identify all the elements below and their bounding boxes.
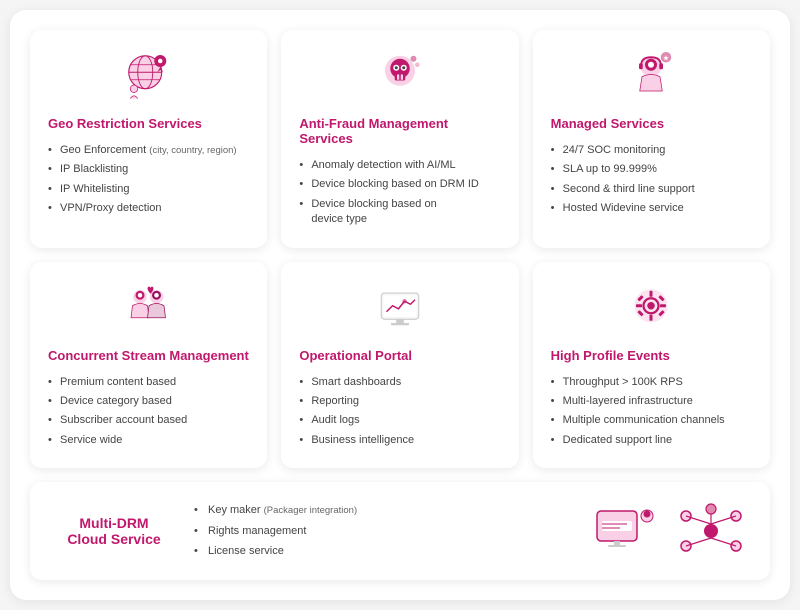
- concurrent-stream-title: Concurrent Stream Management: [48, 348, 249, 363]
- list-item: Key maker (Packager integration): [194, 500, 572, 521]
- list-item: Hosted Widevine service: [551, 199, 752, 218]
- anti-fraud-list: Anomaly detection with AI/ML Device bloc…: [299, 156, 500, 230]
- list-item: IP Whitelisting: [48, 180, 249, 199]
- list-item: License service: [194, 541, 572, 562]
- card-high-profile: High Profile Events Throughput > 100K RP…: [533, 262, 770, 469]
- cards-grid: Geo Restriction Services Geo Enforcement…: [30, 30, 770, 468]
- operational-portal-list: Smart dashboards Reporting Audit logs Bu…: [299, 373, 500, 451]
- list-item: Multi-layered infrastructure: [551, 392, 752, 411]
- managed-services-title: Managed Services: [551, 116, 752, 131]
- operational-portal-title: Operational Portal: [299, 348, 500, 363]
- list-item: Anomaly detection with AI/ML: [299, 156, 500, 175]
- list-item: Second & third line support: [551, 180, 752, 199]
- list-item: Dedicated support line: [551, 431, 752, 450]
- anti-fraud-title: Anti-Fraud Management Services: [299, 116, 500, 146]
- list-item: Device blocking based ondevice type: [299, 195, 500, 230]
- card-managed-services: ★ Managed Services 24/7 SOC monitoring S…: [533, 30, 770, 248]
- list-item: Geo Enforcement (city, country, region): [48, 141, 249, 160]
- concurrent-stream-icon: [48, 278, 249, 338]
- list-item: VPN/Proxy detection: [48, 199, 249, 218]
- list-item: IP Blacklisting: [48, 160, 249, 179]
- geo-restriction-list: Geo Enforcement (city, country, region) …: [48, 141, 249, 219]
- card-concurrent-stream: Concurrent Stream Management Premium con…: [30, 262, 267, 469]
- list-item: Reporting: [299, 392, 500, 411]
- svg-text:★: ★: [663, 53, 670, 62]
- list-item: Service wide: [48, 431, 249, 450]
- managed-services-icon: ★: [551, 46, 752, 106]
- list-item: Throughput > 100K RPS: [551, 373, 752, 392]
- list-item: Device blocking based on DRM ID: [299, 175, 500, 194]
- concurrent-stream-list: Premium content based Device category ba…: [48, 373, 249, 451]
- list-item: 24/7 SOC monitoring: [551, 141, 752, 160]
- list-item: Premium content based: [48, 373, 249, 392]
- high-profile-list: Throughput > 100K RPS Multi-layered infr…: [551, 373, 752, 451]
- list-item: SLA up to 99.999%: [551, 160, 752, 179]
- list-item: Business intelligence: [299, 431, 500, 450]
- card-operational-portal: Operational Portal Smart dashboards Repo…: [281, 262, 518, 469]
- main-container: Geo Restriction Services Geo Enforcement…: [10, 10, 790, 600]
- managed-services-list: 24/7 SOC monitoring SLA up to 99.999% Se…: [551, 141, 752, 219]
- card-anti-fraud: Anti-Fraud Management Services Anomaly d…: [281, 30, 518, 248]
- geo-restriction-title: Geo Restriction Services: [48, 116, 249, 131]
- high-profile-icon: [551, 278, 752, 338]
- list-item: Smart dashboards: [299, 373, 500, 392]
- list-item: Multiple communication channels: [551, 411, 752, 430]
- list-item: Subscriber account based: [48, 411, 249, 430]
- list-item: Audit logs: [299, 411, 500, 430]
- geo-restriction-icon: [48, 46, 249, 106]
- list-item: Device category based: [48, 392, 249, 411]
- operational-portal-icon: [299, 278, 500, 338]
- anti-fraud-icon: [299, 46, 500, 106]
- card-geo-restriction: Geo Restriction Services Geo Enforcement…: [30, 30, 267, 248]
- high-profile-title: High Profile Events: [551, 348, 752, 363]
